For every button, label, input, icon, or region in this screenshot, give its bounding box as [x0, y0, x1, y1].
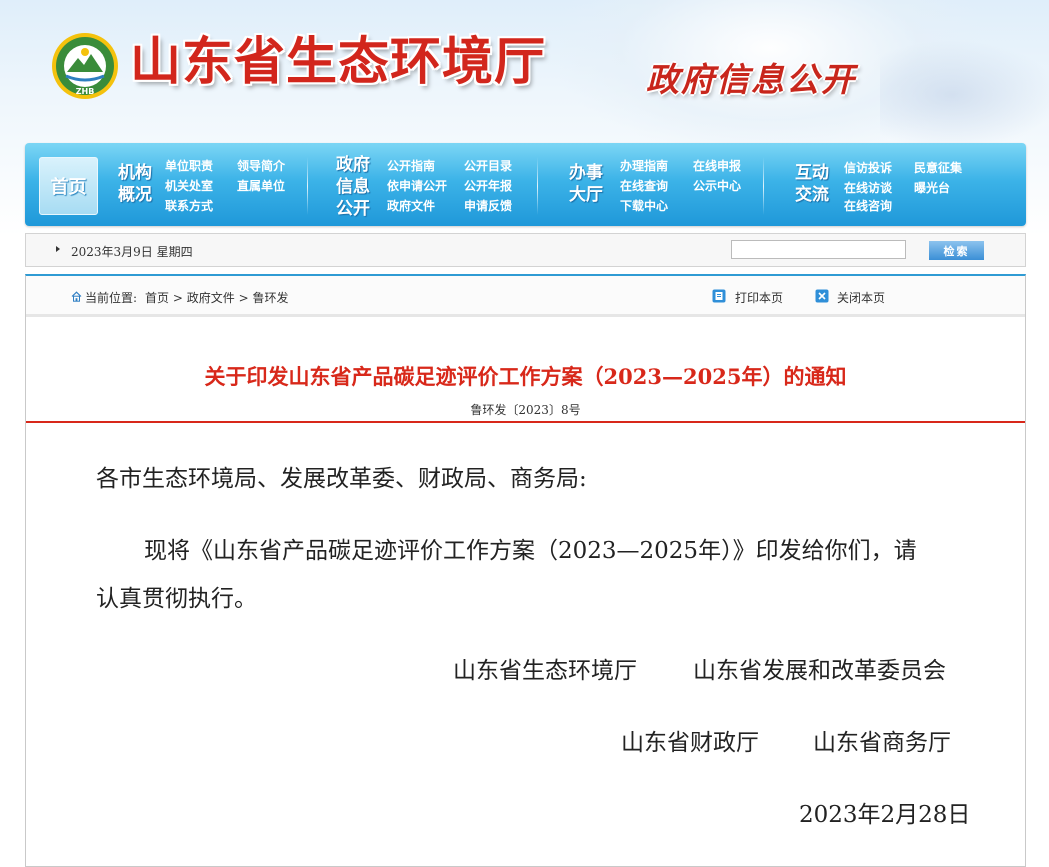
nav-link-online-apply[interactable]: 在线申报 [693, 158, 741, 174]
nav-group-title-line: 办事 [569, 163, 603, 183]
current-date: 2023年3月9日 星期四 [71, 245, 193, 259]
nav-link-public-notice[interactable]: 公示中心 [693, 178, 741, 194]
date-arrow-icon [56, 246, 60, 252]
print-icon[interactable] [712, 289, 726, 303]
nav-link-public-opinion[interactable]: 民意征集 [914, 160, 962, 176]
breadcrumb: 首页 > 政府文件 > 鲁环发 [145, 289, 288, 306]
breadcrumb-bar: 当前位置: 首页 > 政府文件 > 鲁环发 打印本页 关闭本页 [26, 276, 1025, 317]
site-title: 山东省生态环境厅 [130, 33, 547, 92]
signer-development-commission: 山东省发展和改革委员会 [693, 658, 946, 684]
nav-link-apply-open[interactable]: 依申请公开 [387, 178, 447, 194]
nav-separator [537, 157, 538, 215]
nav-group-title-line: 概况 [118, 185, 152, 205]
document-date: 2023年2月28日 [799, 802, 971, 828]
nav-link-online-interview[interactable]: 在线访谈 [844, 180, 892, 196]
nav-group-title-line: 信息 [336, 177, 370, 197]
nav-link-service-guide[interactable]: 办理指南 [620, 158, 668, 174]
signer-finance-dept: 山东省财政厅 [621, 730, 759, 756]
nav-home-button[interactable]: 首页 [39, 157, 98, 215]
nav-group-title-line: 大厅 [569, 185, 603, 205]
nav-group-title-line: 交流 [795, 185, 829, 205]
signer-commerce-dept: 山东省商务厅 [813, 730, 951, 756]
info-bar: 2023年3月9日 星期四 检索 [25, 233, 1026, 267]
nav-group-title-org[interactable]: 机构 概况 [118, 162, 152, 206]
nav-group-title-line: 公开 [336, 199, 370, 219]
nav-link-online-consult[interactable]: 在线咨询 [844, 198, 892, 214]
banner-swirl-decoration [880, 40, 1049, 150]
main-nav: 首页 机构 概况 单位职责 领导简介 机关处室 直属单位 联系方式 政府 信息 … [25, 143, 1026, 226]
search-button[interactable]: 检索 [929, 241, 984, 260]
nav-group-title-line: 互动 [795, 163, 829, 183]
nav-link-departments[interactable]: 机关处室 [165, 178, 213, 194]
home-icon [71, 291, 82, 302]
nav-link-online-query[interactable]: 在线查询 [620, 178, 668, 194]
content-panel: 当前位置: 首页 > 政府文件 > 鲁环发 打印本页 关闭本页 关于印发山东省产… [25, 274, 1026, 867]
document-number: 鲁环发〔2023〕8号 [470, 403, 581, 417]
breadcrumb-item-gov-documents[interactable]: 政府文件 [187, 291, 235, 305]
section-title: 政府信息公开 [646, 60, 856, 99]
nav-link-petition[interactable]: 信访投诉 [844, 160, 892, 176]
nav-link-leaders[interactable]: 领导简介 [237, 158, 285, 174]
nav-link-open-catalog[interactable]: 公开目录 [464, 158, 512, 174]
zhb-logo-icon: ZHB [52, 33, 118, 99]
nav-group-title-interaction[interactable]: 互动 交流 [795, 162, 829, 206]
nav-link-gov-documents[interactable]: 政府文件 [387, 198, 435, 214]
nav-link-application-feedback[interactable]: 申请反馈 [464, 198, 512, 214]
nav-group-title-services[interactable]: 办事 大厅 [569, 162, 603, 206]
breadcrumb-label: 当前位置: [85, 291, 138, 305]
document-body-line: 现将《山东省产品碳足迹评价工作方案（2023—2025年）》印发给你们，请 [144, 538, 917, 564]
nav-link-exposure[interactable]: 曝光台 [914, 180, 950, 196]
nav-link-affiliated-units[interactable]: 直属单位 [237, 178, 285, 194]
breadcrumb-separator: > [238, 291, 249, 305]
close-icon[interactable] [815, 289, 829, 303]
document-salutation: 各市生态环境局、发展改革委、财政局、商务局: [96, 466, 587, 492]
nav-group-title-line: 机构 [118, 163, 152, 183]
breadcrumb-item-home[interactable]: 首页 [145, 291, 169, 305]
nav-separator [307, 157, 308, 215]
search-input[interactable] [731, 240, 906, 259]
title-divider [26, 421, 1025, 423]
nav-group-title-gov-info[interactable]: 政府 信息 公开 [336, 154, 370, 220]
document-body-line: 认真贯彻执行。 [96, 586, 257, 612]
breadcrumb-separator: > [172, 291, 183, 305]
nav-link-annual-report[interactable]: 公开年报 [464, 178, 512, 194]
nav-separator [763, 157, 764, 215]
nav-group-title-line: 政府 [336, 155, 370, 175]
signer-ecology-dept: 山东省生态环境厅 [453, 658, 637, 684]
close-page-link[interactable]: 关闭本页 [837, 289, 885, 306]
nav-link-contact[interactable]: 联系方式 [165, 198, 213, 214]
breadcrumb-item-luhuanfa[interactable]: 鲁环发 [252, 291, 288, 305]
document-title: 关于印发山东省产品碳足迹评价工作方案（2023—2025年）的通知 [204, 364, 847, 389]
nav-link-unit-duties[interactable]: 单位职责 [165, 158, 213, 174]
nav-link-open-guide[interactable]: 公开指南 [387, 158, 435, 174]
logo-text: ZHB [76, 87, 95, 96]
nav-link-download-center[interactable]: 下载中心 [620, 198, 668, 214]
print-page-link[interactable]: 打印本页 [735, 289, 783, 306]
